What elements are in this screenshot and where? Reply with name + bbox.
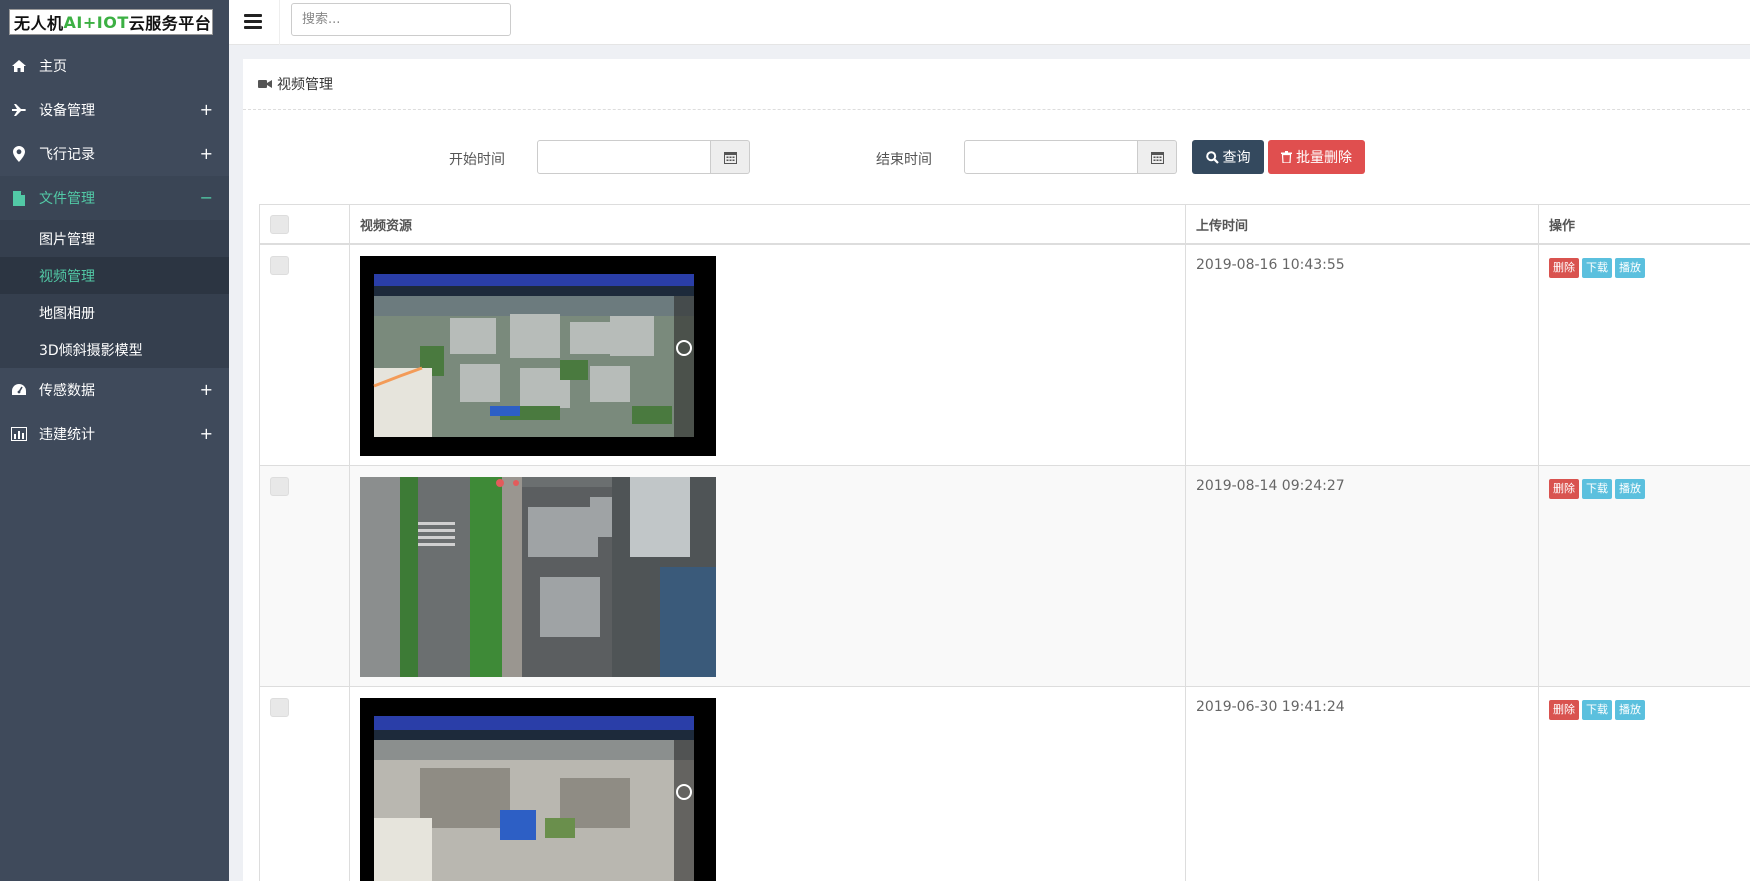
download-button[interactable]: 下载 [1582, 258, 1612, 278]
search-input[interactable] [291, 3, 511, 36]
bar-chart-icon [10, 426, 28, 442]
expand-icon[interactable]: + [200, 144, 213, 164]
start-time-label: 开始时间 [449, 152, 505, 168]
actions-cell: 删除 下载 播放 [1538, 687, 1750, 881]
sidebar-nav: 主页 设备管理 + 飞行记录 + 文件管理 − 图片管理 视频管理 地图相册 3… [0, 44, 229, 456]
sidebar: 无人机 AI+IOT 云服务平台 主页 设备管理 + 飞行记录 + 文件管理 −… [0, 0, 229, 881]
query-button[interactable]: 查询 [1192, 140, 1264, 174]
video-table: 视频资源 上传时间 操作 2019-08-16 10:43:55 删除 下载 播… [259, 204, 1750, 881]
sidebar-subitem-3d-model[interactable]: 3D倾斜摄影模型 [0, 331, 229, 368]
sidebar-item-file-management[interactable]: 文件管理 − [0, 176, 229, 220]
trash-icon [1281, 151, 1292, 163]
start-time-input[interactable] [537, 140, 711, 174]
sidebar-item-sensor-data[interactable]: 传感数据 + [0, 368, 229, 412]
sidebar-item-label: 违建统计 [39, 427, 95, 443]
page-title: 视频管理 [277, 77, 333, 93]
upload-time: 2019-06-30 19:41:24 [1185, 687, 1538, 881]
divider [279, 0, 280, 45]
video-cell [349, 687, 1185, 881]
sidebar-item-devices[interactable]: 设备管理 + [0, 88, 229, 132]
sidebar-item-illegal-building-stats[interactable]: 违建统计 + [0, 412, 229, 456]
upload-time: 2019-08-14 09:24:27 [1185, 466, 1538, 686]
sidebar-subitem-videos[interactable]: 视频管理 [0, 257, 229, 294]
drone-hud-video-thumbnail[interactable] [360, 256, 716, 456]
sidebar-item-label: 飞行记录 [39, 147, 95, 163]
batch-delete-button[interactable]: 批量删除 [1268, 140, 1365, 174]
select-cell [259, 466, 349, 686]
select-cell [259, 245, 349, 465]
map-marker-icon [10, 146, 28, 162]
download-button[interactable]: 下载 [1582, 479, 1612, 499]
sidebar-subitem-map-album[interactable]: 地图相册 [0, 294, 229, 331]
logo-green: AI+IOT [63, 12, 129, 32]
select-all-checkbox[interactable] [270, 214, 289, 234]
play-button[interactable]: 播放 [1615, 700, 1645, 720]
query-button-label: 查询 [1222, 150, 1251, 166]
dashboard-icon [10, 382, 28, 398]
play-button[interactable]: 播放 [1615, 479, 1645, 499]
sidebar-subitem-images[interactable]: 图片管理 [0, 220, 229, 257]
expand-icon[interactable]: + [200, 424, 213, 444]
calendar-icon[interactable] [1138, 140, 1177, 174]
menu-toggle-icon[interactable] [244, 14, 262, 30]
app-logo[interactable]: 无人机 AI+IOT 云服务平台 [9, 9, 213, 35]
search-icon [1205, 150, 1219, 164]
video-cell [349, 466, 1185, 686]
select-cell [259, 687, 349, 881]
header-select-cell [259, 205, 349, 243]
calendar-icon[interactable] [711, 140, 750, 174]
batch-delete-label: 批量删除 [1296, 150, 1352, 166]
video-camera-icon [258, 79, 272, 89]
drone-hud-video-thumbnail[interactable] [360, 698, 716, 881]
sidebar-item-label: 设备管理 [39, 103, 95, 119]
file-icon [10, 190, 28, 206]
sidebar-item-label: 文件管理 [39, 191, 95, 207]
sidebar-item-label: 传感数据 [39, 383, 95, 399]
table-row: 2019-08-14 09:24:27 删除 下载 播放 [259, 466, 1750, 687]
panel-header: 视频管理 [243, 59, 1750, 110]
row-checkbox[interactable] [270, 477, 289, 496]
row-checkbox[interactable] [270, 698, 289, 717]
actions-cell: 删除 下载 播放 [1538, 466, 1750, 686]
play-button[interactable]: 播放 [1615, 258, 1645, 278]
column-header-upload-time: 上传时间 [1185, 205, 1538, 243]
sidebar-item-flight-records[interactable]: 飞行记录 + [0, 132, 229, 176]
delete-button[interactable]: 删除 [1549, 700, 1579, 720]
column-header-video: 视频资源 [349, 205, 1185, 243]
filter-bar: 开始时间 结束时间 查询 批量删除 [243, 140, 1750, 176]
table-row: 2019-06-30 19:41:24 删除 下载 播放 [259, 687, 1750, 881]
expand-icon[interactable]: + [200, 380, 213, 400]
delete-button[interactable]: 删除 [1549, 258, 1579, 278]
delete-button[interactable]: 删除 [1549, 479, 1579, 499]
sidebar-submenu-files: 图片管理 视频管理 地图相册 3D倾斜摄影模型 [0, 220, 229, 368]
sidebar-item-home[interactable]: 主页 [0, 44, 229, 88]
row-checkbox[interactable] [270, 256, 289, 275]
table-row: 2019-08-16 10:43:55 删除 下载 播放 [259, 245, 1750, 466]
top-bar [229, 0, 1750, 45]
end-time-label: 结束时间 [876, 152, 932, 168]
logo-prefix: 无人机 [14, 14, 64, 33]
video-management-panel: 视频管理 开始时间 结束时间 查询 批量删除 视频资源 上传时间 操作 2019… [243, 59, 1750, 881]
aerial-street-video-thumbnail[interactable] [360, 477, 716, 677]
column-header-actions: 操作 [1538, 205, 1750, 243]
video-cell [349, 245, 1185, 465]
logo-suffix: 云服务平台 [128, 14, 212, 33]
end-time-input[interactable] [964, 140, 1138, 174]
sidebar-item-label: 主页 [39, 59, 67, 75]
home-icon [10, 58, 28, 74]
table-header: 视频资源 上传时间 操作 [259, 204, 1750, 245]
plane-icon [10, 102, 28, 118]
download-button[interactable]: 下载 [1582, 700, 1612, 720]
expand-icon[interactable]: + [200, 100, 213, 120]
upload-time: 2019-08-16 10:43:55 [1185, 245, 1538, 465]
collapse-icon[interactable]: − [200, 188, 213, 208]
actions-cell: 删除 下载 播放 [1538, 245, 1750, 465]
